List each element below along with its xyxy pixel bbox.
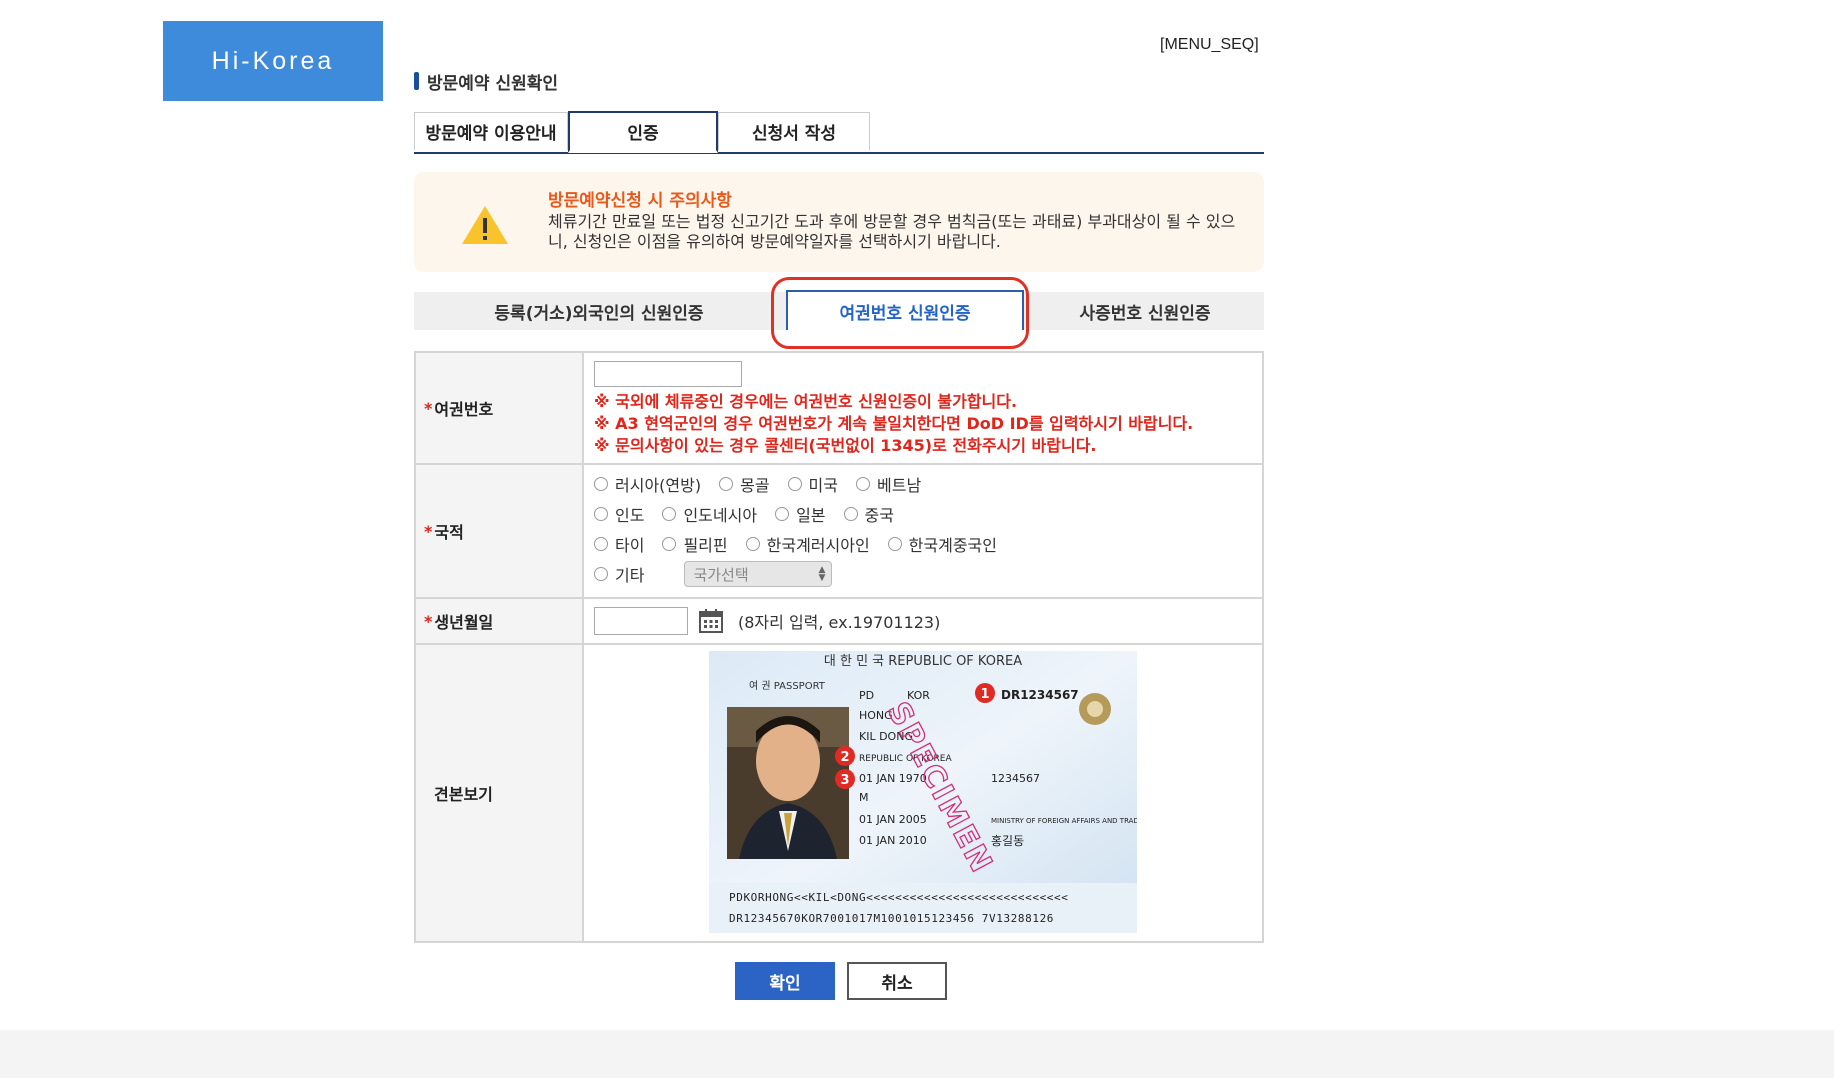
radio-usa[interactable]: 미국 (787, 472, 838, 496)
passport-header: 대 한 민 국 REPUBLIC OF KOREA (824, 654, 1022, 669)
select-arrows-icon: ▲ ▼ (818, 565, 826, 583)
radio-thailand[interactable]: 타이 (594, 532, 644, 556)
birth-date-input[interactable] (594, 607, 688, 635)
page-title-text: 방문예약 신원확인 (427, 73, 559, 94)
passport-authority: MINISTRY OF FOREIGN AFFAIRS AND TRADE (991, 817, 1137, 825)
passport-number: DR1234567 (1001, 688, 1079, 702)
tab-application-form[interactable]: 신청서 작성 (718, 112, 870, 150)
radio-korean-chinese[interactable]: 한국계중국인 (887, 532, 997, 556)
passport-mrz-line1: PDKORHONG<<KIL<DONG<<<<<<<<<<<<<<<<<<<<<… (729, 891, 1068, 904)
passport-issue: 01 JAN 2005 (859, 813, 927, 826)
nationality-row: * 국적 러시아(연방) 몽골 미국 베트남 인도 인도네시아 일본 중국 타이 … (416, 465, 1262, 599)
auth-method-tabs: 등록(거소)외국인의 신원인증 여권번호 신원인증 사증번호 신원인증 (414, 290, 1264, 330)
radio-korean-russian[interactable]: 한국계러시아인 (745, 532, 870, 556)
birth-row: * 생년월일 (8자리 입력, ex.19701123) (416, 599, 1262, 645)
tab-auth[interactable]: 인증 (568, 111, 718, 153)
form-buttons: 확인 취소 (735, 962, 947, 1000)
page-title: 방문예약 신원확인 (414, 70, 559, 94)
cancel-button[interactable]: 취소 (847, 962, 947, 1000)
passport-korean-name: 홍길동 (991, 834, 1024, 848)
tab-visit-guide[interactable]: 방문예약 이용안내 (414, 112, 568, 150)
radio-mongolia[interactable]: 몽골 (719, 472, 770, 496)
warning-icon (462, 206, 508, 244)
passport-sex: M (859, 791, 869, 804)
radio-other[interactable]: 기타 (594, 562, 644, 586)
country-select[interactable]: 국가선택 ▲ ▼ (684, 561, 833, 587)
radio-india[interactable]: 인도 (594, 502, 644, 526)
notice-title: 방문예약신청 시 주의사항 (548, 191, 732, 211)
tab-passport-auth[interactable]: 여권번호 신원인증 (786, 290, 1024, 330)
radio-japan[interactable]: 일본 (775, 502, 826, 526)
notice-text: 체류기간 만료일 또는 법정 신고기간 도과 후에 방문할 경우 범칙금(또는 … (548, 212, 1236, 251)
birth-label: * 생년월일 (416, 599, 584, 643)
radio-china[interactable]: 중국 (843, 502, 894, 526)
marker-2: 2 (840, 750, 849, 765)
passport-label: * 여권번호 (416, 353, 584, 463)
passport-type: PD (859, 689, 874, 702)
step-tabs: 방문예약 이용안내 인증 신청서 작성 (414, 111, 1264, 154)
passport-doc-title: 여 권 PASSPORT (749, 680, 826, 692)
birth-hint: (8자리 입력, ex.19701123) (738, 613, 941, 632)
sample-row: 견본보기 대 한 민 국 REPUBLIC OF KOREA 여 권 PASSP… (416, 645, 1262, 941)
passport-personal-no: 1234567 (991, 772, 1040, 785)
confirm-button[interactable]: 확인 (735, 962, 835, 1000)
tab-visa-auth[interactable]: 사증번호 신원인증 (1026, 292, 1264, 330)
radio-indonesia[interactable]: 인도네시아 (662, 502, 757, 526)
passport-number-input[interactable] (594, 361, 742, 387)
radio-philippines[interactable]: 필리핀 (662, 532, 728, 556)
radio-russia[interactable]: 러시아(연방) (594, 472, 701, 496)
menu-seq-label: [MENU_SEQ] (1160, 36, 1259, 53)
passport-mrz-line2: DR12345670KOR7001017M1001015123456 7V132… (729, 912, 1054, 925)
tab-registered-foreigner-auth[interactable]: 등록(거소)외국인의 신원인증 (414, 292, 784, 330)
notice-box: 방문예약신청 시 주의사항 체류기간 만료일 또는 법정 신고기간 도과 후에 … (414, 172, 1264, 272)
passport-expiry: 01 JAN 2010 (859, 834, 927, 847)
passport-note: ※ 국외에 체류중인 경우에는 여권번호 신원인증이 불가합니다. (594, 392, 1018, 411)
passport-notes: ※ 국외에 체류중인 경우에는 여권번호 신원인증이 불가합니다. ※ A3 현… (594, 391, 1252, 457)
calendar-icon[interactable] (698, 608, 724, 634)
nationality-label: * 국적 (416, 465, 584, 597)
footer-band (0, 1030, 1834, 1078)
passport-note: ※ A3 현역군인의 경우 여권번호가 계속 불일치한다면 DoD ID를 입력… (594, 414, 1194, 433)
marker-1: 1 (980, 687, 989, 702)
marker-3: 3 (840, 773, 849, 788)
sample-label: 견본보기 (416, 645, 584, 941)
passport-sample-image: 대 한 민 국 REPUBLIC OF KOREA 여 권 PASSPORT P… (709, 651, 1137, 933)
passport-row: * 여권번호 ※ 국외에 체류중인 경우에는 여권번호 신원인증이 불가합니다. … (416, 353, 1262, 465)
title-bar-icon (414, 72, 419, 90)
site-logo[interactable]: Hi-Korea (163, 21, 383, 101)
passport-note: ※ 문의사항이 있는 경우 콜센터(국번없이 1345)로 전화주시기 바랍니다… (594, 436, 1097, 455)
radio-vietnam[interactable]: 베트남 (856, 472, 921, 496)
identity-form: * 여권번호 ※ 국외에 체류중인 경우에는 여권번호 신원인증이 불가합니다. … (414, 351, 1264, 943)
